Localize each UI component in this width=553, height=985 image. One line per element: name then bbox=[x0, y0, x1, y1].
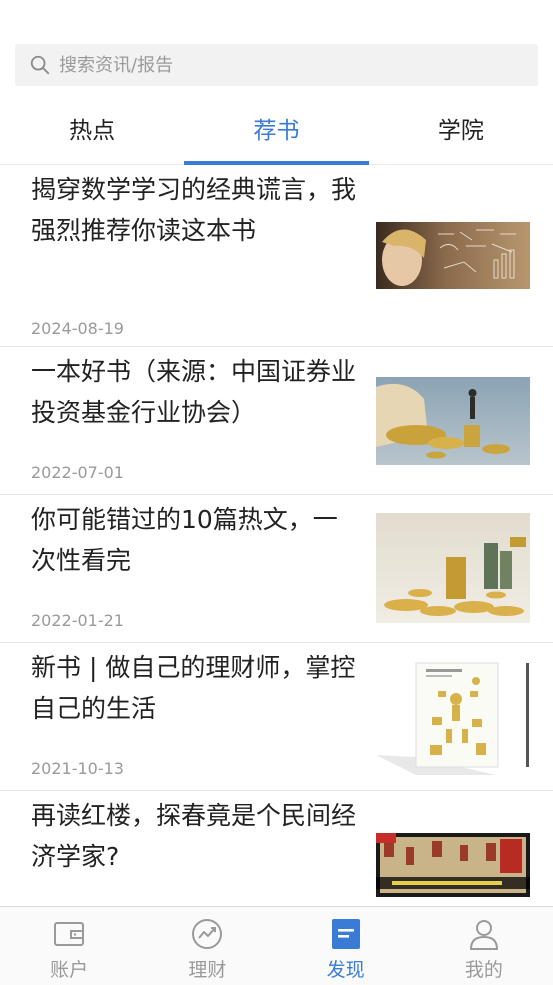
trend-circle-icon bbox=[192, 919, 223, 949]
article-title: 新书 | 做自己的理财师，掌控自己的生活 bbox=[31, 653, 356, 723]
article-date: 2024-08-19 bbox=[31, 319, 124, 338]
article-thumbnail bbox=[376, 513, 530, 623]
nav-account[interactable]: 账户 bbox=[0, 907, 138, 985]
category-tabs: 热点 荐书 学院 bbox=[0, 92, 553, 165]
article-title: 揭穿数学学习的经典谎言，我强烈推荐你读这本书 bbox=[31, 175, 357, 245]
tab-hot[interactable]: 热点 bbox=[0, 92, 184, 164]
article-title: 再读红楼，探春竟是个民间经济学家? bbox=[31, 801, 357, 871]
list-item[interactable]: 揭穿数学学习的经典谎言，我强烈推荐你读这本书 2024-08-19 bbox=[0, 165, 553, 347]
nav-label: 我的 bbox=[464, 959, 503, 981]
nav-discover[interactable]: 发现 bbox=[277, 907, 415, 985]
article-thumbnail bbox=[376, 377, 530, 465]
article-title: 你可能错过的10篇热文，一次性看完 bbox=[31, 505, 338, 575]
discover-doc-icon bbox=[331, 919, 360, 949]
search-input[interactable] bbox=[59, 54, 519, 76]
article-thumbnail bbox=[376, 657, 530, 775]
search-bar[interactable] bbox=[15, 44, 538, 86]
user-icon bbox=[469, 920, 498, 950]
nav-label: 发现 bbox=[326, 959, 365, 981]
article-thumbnail bbox=[376, 833, 530, 897]
article-date: 2021-10-13 bbox=[31, 759, 124, 778]
article-thumbnail bbox=[376, 222, 530, 289]
nav-label: 理财 bbox=[188, 959, 227, 981]
tab-academy[interactable]: 学院 bbox=[369, 92, 553, 164]
list-item[interactable]: 新书 | 做自己的理财师，掌控自己的生活 2021-10-13 bbox=[0, 643, 553, 791]
bottom-navigation: 账户 理财 发现 我的 bbox=[0, 906, 553, 985]
wallet-icon bbox=[54, 922, 85, 946]
tab-book-recommend[interactable]: 荐书 bbox=[184, 92, 369, 165]
list-item[interactable]: 一本好书（来源：中国证券业投资基金行业协会） 2022-07-01 bbox=[0, 347, 553, 495]
list-item[interactable]: 你可能错过的10篇热文，一次性看完 2022-01-21 bbox=[0, 495, 553, 643]
nav-finance[interactable]: 理财 bbox=[138, 907, 276, 985]
nav-mine[interactable]: 我的 bbox=[415, 907, 553, 985]
search-icon bbox=[30, 55, 50, 75]
article-date: 2022-01-21 bbox=[31, 611, 124, 630]
article-list: 揭穿数学学习的经典谎言，我强烈推荐你读这本书 2024-08-19 一本好书（来… bbox=[0, 165, 553, 907]
list-item[interactable]: 再读红楼，探春竟是个民间经济学家? bbox=[0, 791, 553, 907]
article-date: 2022-07-01 bbox=[31, 463, 124, 482]
nav-label: 账户 bbox=[50, 959, 89, 981]
article-title: 一本好书（来源：中国证券业投资基金行业协会） bbox=[31, 357, 357, 427]
